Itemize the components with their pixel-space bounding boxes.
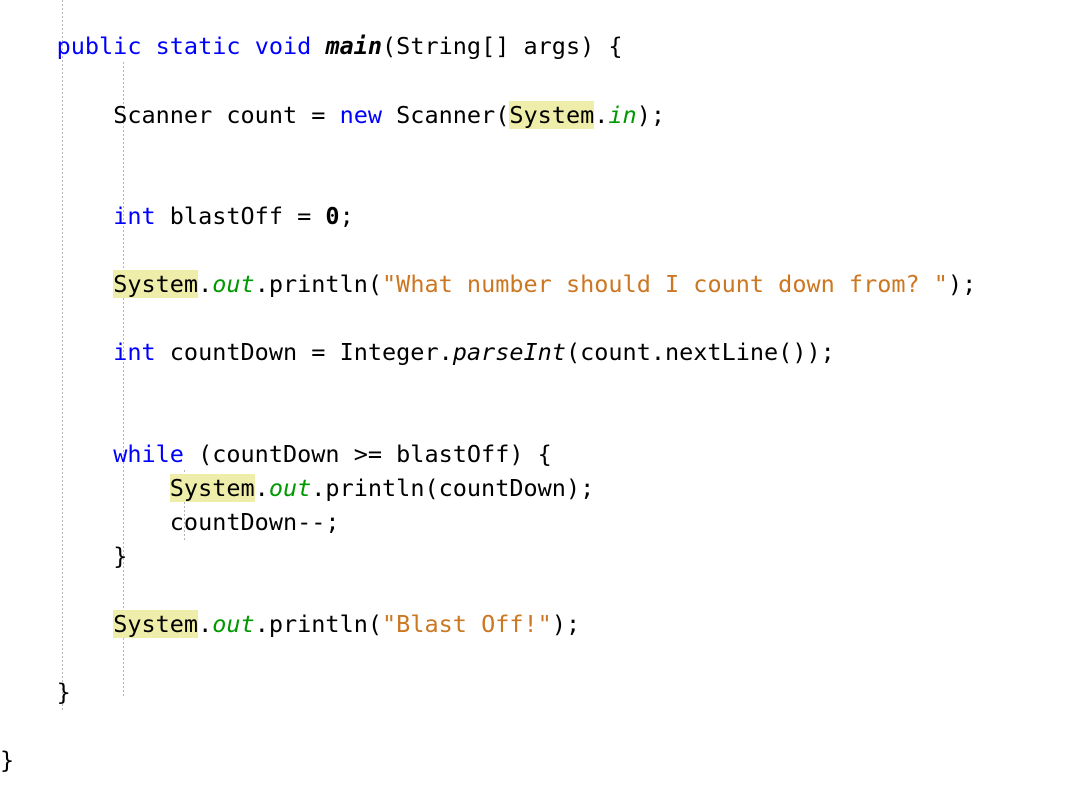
code-token: System — [509, 101, 595, 129]
code-token: new — [339, 101, 383, 129]
code-token: 0 — [325, 202, 340, 230]
code-token: System — [113, 270, 199, 298]
line-scanner-declaration[interactable]: Scanner count = new Scanner(System.in); — [0, 99, 1086, 132]
line-method-close-brace[interactable]: } — [0, 676, 1086, 709]
line-decrement-countdown[interactable]: countDown--; — [0, 506, 1086, 539]
code-token: Scanner count = — [113, 101, 340, 129]
line-blastoff-println[interactable]: System.out.println("Blast Off!"); — [0, 608, 1086, 641]
code-token: blastOff = — [155, 202, 326, 230]
code-token: } — [56, 678, 71, 706]
code-token: . — [198, 610, 213, 638]
line-main-signature[interactable]: public static void main(String[] args) { — [0, 30, 1086, 63]
code-token: out — [268, 474, 312, 502]
code-token: . — [198, 270, 213, 298]
code-token: countDown = Integer. — [155, 338, 453, 366]
code-token: parseInt — [452, 338, 566, 366]
code-token: int — [113, 338, 156, 366]
line-countdown-parseint[interactable]: int countDown = Integer.parseInt(count.n… — [0, 336, 1086, 369]
code-token: void — [254, 32, 312, 60]
code-token: (String[] args) { — [382, 32, 623, 60]
code-editor-canvas[interactable]: public static void main(String[] args) {… — [0, 0, 1086, 810]
code-token: "Blast Off!" — [382, 610, 552, 638]
code-token: "What number should I count down from? " — [382, 270, 948, 298]
line-prompt-println[interactable]: System.out.println("What number should I… — [0, 268, 1086, 301]
code-token: .println(countDown); — [311, 474, 595, 502]
code-token: in — [608, 101, 637, 129]
indent-guide-body-level — [123, 62, 124, 698]
code-token: countDown--; — [169, 508, 340, 536]
line-while-close-brace[interactable]: } — [0, 540, 1086, 573]
code-token: out — [212, 270, 255, 298]
code-token: (count.nextLine()); — [565, 338, 835, 366]
code-token: . — [254, 474, 269, 502]
code-token: int — [113, 202, 156, 230]
line-print-countdown[interactable]: System.out.println(countDown); — [0, 472, 1086, 505]
code-token: ); — [551, 610, 581, 638]
code-token: System — [169, 474, 255, 502]
code-token: ); — [947, 270, 977, 298]
code-token: while — [113, 440, 184, 468]
code-token: (countDown >= blastOff) { — [183, 440, 552, 468]
code-token: } — [0, 746, 15, 774]
code-token: } — [113, 542, 128, 570]
code-token: static — [155, 32, 241, 60]
line-while-header[interactable]: while (countDown >= blastOff) { — [0, 438, 1086, 471]
line-blastoff-declaration[interactable]: int blastOff = 0; — [0, 200, 1086, 233]
code-token: out — [212, 610, 255, 638]
code-token: . — [594, 101, 609, 129]
code-token: ; — [339, 202, 354, 230]
code-token: public — [56, 32, 142, 60]
code-token: main — [325, 32, 383, 60]
code-token: Scanner( — [382, 101, 510, 129]
code-token: .println( — [254, 270, 383, 298]
code-token: System — [113, 610, 199, 638]
line-class-close-brace[interactable]: } — [0, 744, 1086, 777]
code-token: ); — [636, 101, 665, 129]
code-token: .println( — [254, 610, 383, 638]
